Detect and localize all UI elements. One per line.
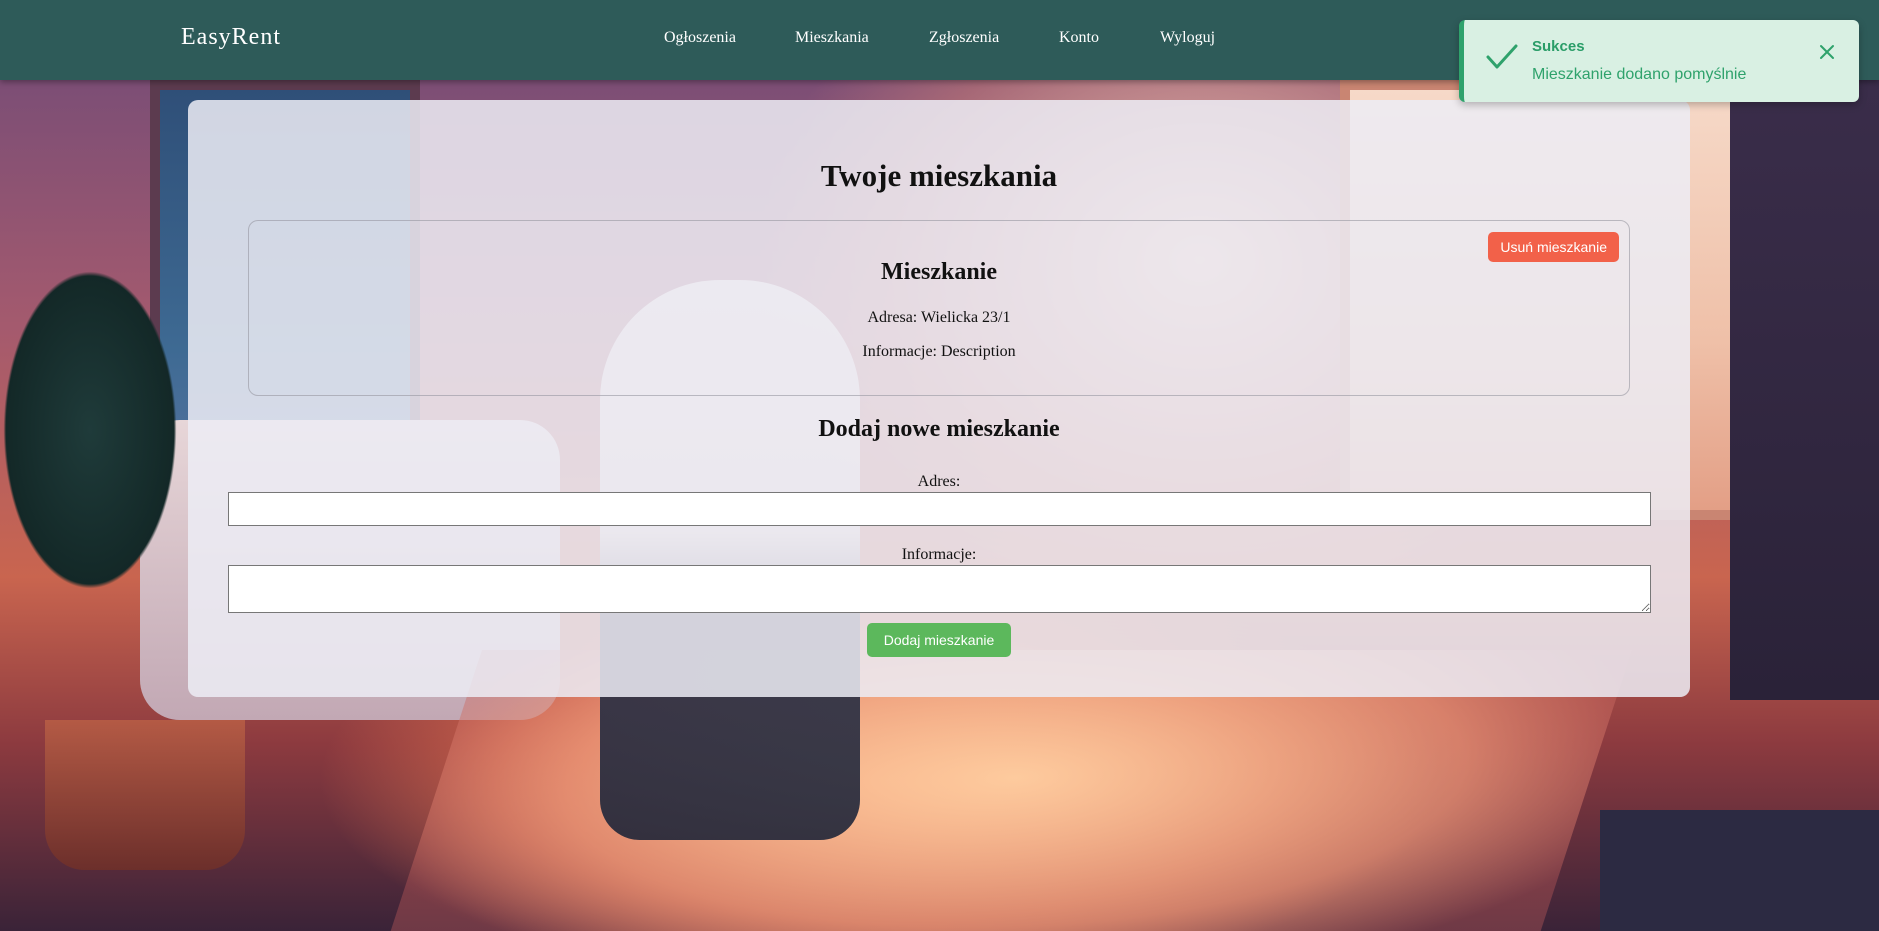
check-icon (1484, 42, 1520, 72)
nav-item-zgloszenia[interactable]: Zgłoszenia (929, 29, 999, 47)
nav-item-konto[interactable]: Konto (1059, 29, 1099, 47)
background-table (1600, 810, 1879, 931)
apartment-info: Informacje: Description (862, 343, 1016, 360)
add-apartment-button[interactable]: Dodaj mieszkanie (867, 623, 1011, 657)
info-label: Informacje: (901, 546, 977, 563)
main-card: Twoje mieszkania Usuń mieszkanie Mieszka… (188, 100, 1690, 697)
add-apartment-form-title: Dodaj nowe mieszkanie (818, 416, 1060, 442)
address-input[interactable] (228, 492, 1651, 526)
delete-apartment-button[interactable]: Usuń mieszkanie (1488, 232, 1619, 262)
apartment-address: Adresa: Wielicka 23/1 (867, 309, 1011, 326)
background-bookshelf (1730, 80, 1879, 700)
nav-item-mieszkania[interactable]: Mieszkania (795, 29, 869, 47)
info-textarea[interactable] (228, 565, 1651, 613)
background-plant (0, 200, 220, 660)
success-toast: Sukces Mieszkanie dodano pomyślnie (1459, 20, 1859, 102)
close-icon[interactable] (1817, 42, 1837, 62)
toast-title: Sukces (1532, 38, 1585, 55)
page-title: Twoje mieszkania (820, 158, 1058, 193)
apartment-card: Usuń mieszkanie Mieszkanie Adresa: Wieli… (248, 220, 1630, 396)
address-label: Adres: (917, 473, 961, 490)
apartment-title: Mieszkanie (881, 259, 997, 285)
nav-item-wyloguj[interactable]: Wyloguj (1160, 29, 1215, 47)
nav-item-ogloszenia[interactable]: Ogłoszenia (664, 29, 736, 47)
background-plant-pot (45, 720, 245, 870)
toast-message: Mieszkanie dodano pomyślnie (1532, 66, 1747, 83)
